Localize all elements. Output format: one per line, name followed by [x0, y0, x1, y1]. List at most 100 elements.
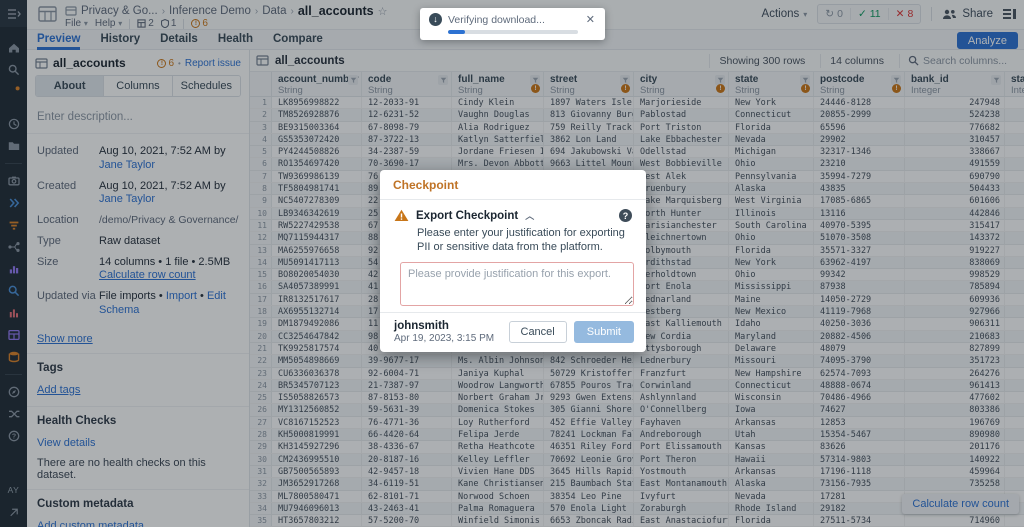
calculate-row-count-button[interactable]: Calculate row count	[902, 494, 1019, 514]
tab-health[interactable]: Health	[218, 30, 253, 50]
table-cell: BO8020054030	[272, 269, 362, 281]
app-explore-icon[interactable]	[0, 280, 27, 302]
tab-compare[interactable]: Compare	[273, 30, 323, 50]
table-row[interactable]: 4 GS5353072420 87-3722-13 Katlyn Satterfiel…	[250, 133, 1024, 147]
favorite-star-icon[interactable]: ☆	[378, 5, 388, 18]
table-row[interactable]: 27 VC8167152523 76-4771-36 Loy Rutherford 45…	[250, 416, 1024, 430]
panel-tab-schedules[interactable]: Schedules	[171, 76, 240, 96]
filter-icon[interactable]	[438, 75, 448, 85]
table-row[interactable]: 6 RO1354697420 70-3690-17 Mrs. Devon Abbott…	[250, 158, 1024, 171]
help-icon[interactable]: ?	[619, 209, 632, 222]
app-logo-icon[interactable]	[38, 6, 57, 23]
table-row[interactable]: 5 PY4244508826 34-2387-59 Jordane Friesen I…	[250, 146, 1024, 159]
pending-count[interactable]: ↻ 0	[818, 8, 850, 20]
history-icon[interactable]	[0, 113, 27, 135]
add-tags-link[interactable]: Add tags	[37, 384, 80, 396]
menu-expand-icon[interactable]	[0, 0, 27, 27]
table-row[interactable]: 28 KH5000819991 66-4420-64 Felipa Jerde 7824…	[250, 429, 1024, 442]
column-header-status[interactable]: statusInteger	[1005, 72, 1024, 96]
table-row[interactable]: 23 CU6336036378 92-6004-71 Janiya Kuphal 507…	[250, 367, 1024, 380]
user-avatar[interactable]: AY	[0, 479, 27, 501]
tab-details[interactable]: Details	[160, 30, 198, 50]
column-header-street[interactable]: street String!	[544, 72, 634, 96]
table-row[interactable]: 32 JM3652917268 34-6119-51 Kane Christianse…	[250, 478, 1024, 491]
shuffle-icon[interactable]	[0, 403, 27, 425]
show-more-link[interactable]: Show more	[37, 333, 93, 345]
folder-icon[interactable]	[0, 135, 27, 157]
issues-badge[interactable]: ! 6	[191, 18, 208, 29]
table-row[interactable]: 2 TM8526928876 12-6231-52 Vaughn Douglas 813…	[250, 109, 1024, 122]
home-icon[interactable]	[0, 37, 27, 59]
app-table-icon[interactable]	[0, 324, 27, 346]
app-chart-icon[interactable]	[0, 258, 27, 280]
compass-icon[interactable]	[0, 381, 27, 403]
passed-count[interactable]: ✓ 11	[849, 8, 888, 20]
column-header-postcode[interactable]: postcode String!	[814, 72, 905, 96]
table-row[interactable]: 25 IS5058826573 87-8153-80 Norbert Graham J…	[250, 392, 1024, 405]
calculate-row-count-link[interactable]: Calculate row count	[99, 269, 196, 281]
chevron-up-icon[interactable]: ︿	[525, 209, 534, 222]
column-header-state[interactable]: state String!	[729, 72, 814, 96]
notifications-icon[interactable]	[0, 81, 27, 103]
app-flow-icon[interactable]	[0, 236, 27, 258]
search-columns-input[interactable]	[923, 54, 1018, 67]
actions-menu[interactable]: Actions ▾	[762, 8, 808, 20]
close-icon[interactable]: ✕	[584, 13, 597, 26]
column-header-account_number[interactable]: account_number String	[272, 72, 362, 96]
report-issue-link[interactable]: Report issue	[185, 58, 241, 69]
justification-textarea[interactable]	[400, 261, 634, 306]
table-row[interactable]: 24 BR5345707123 21-7387-97 Woodrow Langwort…	[250, 379, 1024, 393]
filter-icon[interactable]	[991, 75, 1001, 85]
table-row[interactable]: 22 MM5054898669 39-9677-17 Ms. Albin Johnso…	[250, 355, 1024, 368]
table-row[interactable]: 29 KH3145927296 38-4336-67 Retha Heathcote 4…	[250, 441, 1024, 454]
app-chevrons-icon[interactable]	[0, 192, 27, 214]
table-row[interactable]: 1 LK8956998822 12-2033-91 Cindy Klein 1897 W…	[250, 97, 1024, 110]
table-cell: 32317-1346	[814, 146, 905, 158]
table-cell: ML7800580471	[272, 490, 362, 502]
column-header-code[interactable]: code String	[362, 72, 452, 96]
help-icon[interactable]: ?	[0, 425, 27, 447]
app-bars-icon[interactable]	[0, 302, 27, 324]
metadata-field: Updated via File imports • Import • Edit …	[37, 290, 226, 316]
file-menu[interactable]: File ▾	[65, 18, 88, 29]
cancel-button[interactable]: Cancel	[508, 321, 567, 343]
app-filter-icon[interactable]	[0, 214, 27, 236]
panel-tab-columns[interactable]: Columns	[103, 76, 172, 96]
filter-icon[interactable]	[348, 75, 358, 85]
table-row[interactable]: 26 MY1312560852 59-5631-39 Domenica Stokes 3…	[250, 404, 1024, 417]
tab-preview[interactable]: Preview	[37, 30, 81, 50]
help-menu[interactable]: Help ▾	[95, 18, 122, 29]
view-details-link[interactable]: View details	[37, 437, 96, 449]
failed-count[interactable]: ✕ 8	[887, 8, 921, 20]
share-button[interactable]: Share	[942, 8, 993, 20]
add-custom-metadata-link[interactable]: Add custom metadata	[37, 520, 144, 527]
edit-schema-link[interactable]: Edit Schema	[99, 290, 226, 316]
description-placeholder[interactable]: Enter description...	[27, 105, 249, 134]
row-number: 8	[250, 183, 272, 195]
table-row[interactable]: 3 BE9315003364 67-8098-79 Alia Rodriguez 759…	[250, 121, 1024, 134]
analyze-button[interactable]: Analyze	[956, 32, 1018, 49]
panel-tab-about[interactable]: About	[36, 76, 104, 96]
panel-issues-badge[interactable]: ! 6	[157, 58, 174, 69]
search-icon[interactable]	[0, 59, 27, 81]
shield-badge[interactable]: 1	[160, 18, 176, 29]
table-row[interactable]: 31 GB7500565893 42-9457-18 Vivien Hane DDS 3…	[250, 465, 1024, 479]
breadcrumb-item[interactable]: Data	[262, 5, 286, 17]
table-row[interactable]: 30 CM2436995510 20-8187-16 Kelley Leffler 70…	[250, 453, 1024, 466]
tab-history[interactable]: History	[100, 30, 140, 50]
open-new-icon[interactable]	[0, 501, 27, 523]
column-header-full_name[interactable]: full_name String!	[452, 72, 544, 96]
app-database-icon[interactable]	[0, 346, 27, 368]
breadcrumb-root[interactable]: Privacy & Go...	[81, 5, 158, 17]
user-link[interactable]: Jane Taylor	[99, 159, 155, 171]
branches-badge[interactable]: 2	[137, 18, 154, 29]
breadcrumb-item[interactable]: Inference Demo	[169, 5, 251, 17]
table-row[interactable]: 35 HT3657803212 57-5200-70 Winfield Simonis…	[250, 515, 1024, 527]
submit-button[interactable]: Submit	[573, 321, 634, 343]
import-link[interactable]: Import	[166, 290, 197, 302]
app-capture-icon[interactable]	[0, 170, 27, 192]
column-header-city[interactable]: city String!	[634, 72, 729, 96]
column-header-bank_id[interactable]: bank_id Integer	[905, 72, 1005, 96]
user-link[interactable]: Jane Taylor	[99, 193, 155, 205]
layout-panel-icon[interactable]	[1003, 8, 1016, 20]
